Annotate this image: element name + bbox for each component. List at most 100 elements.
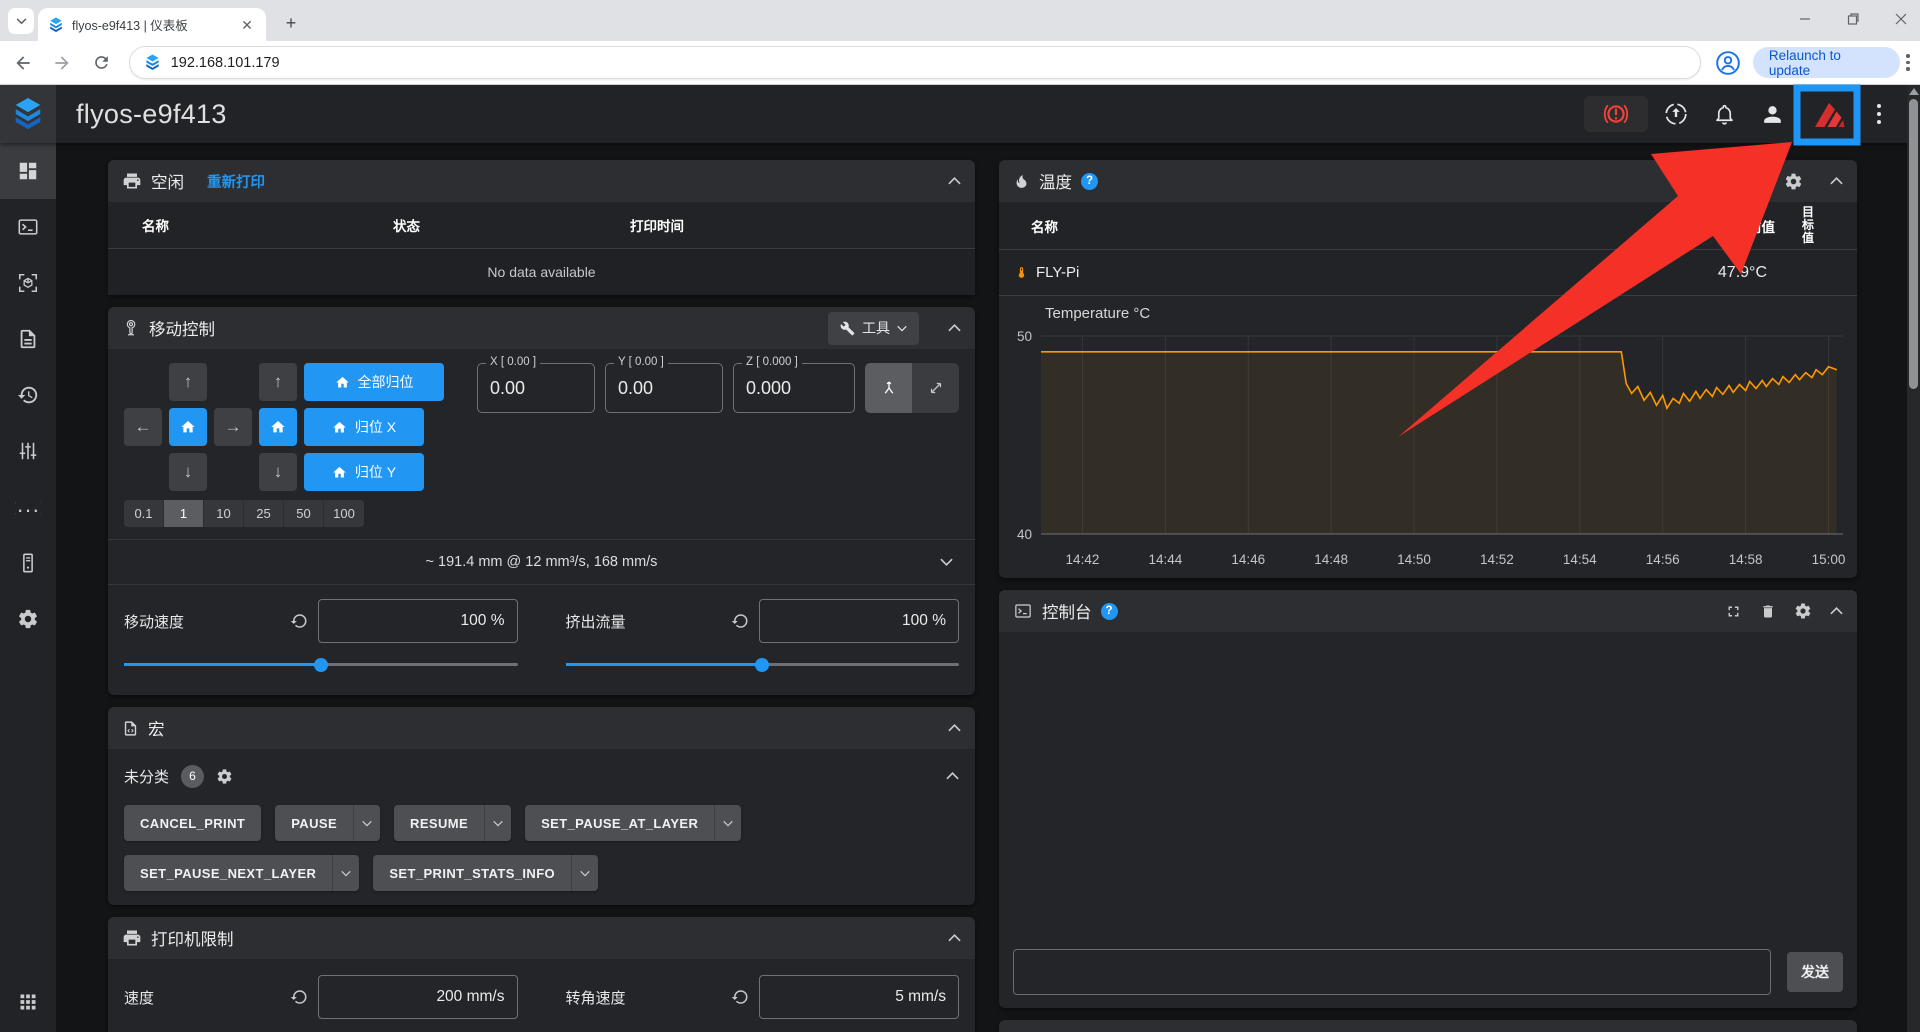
macro-settings-gear-icon[interactable] (216, 768, 233, 785)
fullscreen-icon[interactable] (1725, 603, 1742, 620)
url-bar[interactable]: 192.168.101.179 (129, 46, 1701, 79)
sidebar-item-files[interactable] (0, 311, 56, 367)
window-restore-button[interactable] (1840, 6, 1866, 32)
macro-dropdown-icon[interactable] (714, 805, 741, 841)
window-minimize-button[interactable] (1792, 6, 1818, 32)
flow-factor-slider[interactable] (566, 651, 960, 677)
user-icon[interactable] (1752, 94, 1792, 134)
reset-icon[interactable] (731, 988, 749, 1006)
new-tab-button[interactable]: + (278, 10, 304, 36)
speed-factor-slider[interactable] (124, 651, 518, 677)
sidebar-item-config[interactable]: {...} (0, 479, 56, 535)
send-button[interactable]: 发送 (1787, 952, 1843, 992)
app-menu-icon[interactable] (1866, 104, 1892, 124)
update-icon[interactable] (1656, 94, 1696, 134)
step-size-100[interactable]: 100 (324, 500, 364, 527)
home-y-button[interactable]: 归位 Y (304, 453, 424, 491)
macro-button-cancel_print[interactable]: CANCEL_PRINT (124, 805, 261, 841)
macro-button-pause[interactable]: PAUSE (275, 805, 380, 841)
velocity-input[interactable]: 200 mm/s (318, 975, 518, 1019)
macro-dropdown-icon[interactable] (332, 855, 359, 891)
step-size-0.1[interactable]: 0.1 (124, 500, 164, 527)
jog-z-plus-button[interactable]: ↑ (259, 363, 297, 401)
z-position-field[interactable]: Z [ 0.000 ] 0.000 (733, 363, 855, 413)
browser-tab[interactable]: flyos-e9f413 | 仪表板 ✕ (38, 8, 266, 41)
back-icon[interactable] (6, 46, 40, 80)
profile-icon[interactable] (1715, 50, 1741, 76)
app-logo[interactable] (0, 85, 56, 143)
collapse-icon[interactable] (1830, 177, 1843, 185)
sidebar-item-history[interactable] (0, 367, 56, 423)
console-settings-gear-icon[interactable] (1794, 602, 1812, 620)
sidebar-item-tune[interactable] (0, 423, 56, 479)
sidebar-item-console[interactable] (0, 199, 56, 255)
reset-icon[interactable] (731, 612, 749, 630)
jog-y-minus-button[interactable]: ↓ (169, 453, 207, 491)
tools-dropdown-button[interactable]: 工具 (828, 312, 919, 345)
step-size-50[interactable]: 50 (284, 500, 324, 527)
reset-icon[interactable] (290, 612, 308, 630)
svg-text:{...}: {...} (15, 501, 41, 516)
temperature-settings-gear-icon[interactable] (1784, 172, 1803, 191)
brand-logo-icon[interactable] (1800, 88, 1858, 140)
notifications-bell-icon[interactable] (1704, 94, 1744, 134)
home-x-button[interactable]: 归位 X (304, 408, 424, 446)
collapse-icon[interactable] (948, 934, 961, 942)
collapse-icon[interactable] (946, 772, 959, 780)
relaunch-button[interactable]: Relaunch to update (1753, 47, 1901, 78)
jog-z-minus-button[interactable]: ↓ (259, 453, 297, 491)
speed-factor-input[interactable]: 100 % (318, 599, 518, 643)
heaters-toggle-button[interactable] (1717, 166, 1757, 197)
scrollbar-up-icon[interactable] (1909, 88, 1919, 95)
help-icon[interactable]: ? (1081, 173, 1098, 190)
sidebar-item-settings[interactable] (0, 591, 56, 647)
x-position-field[interactable]: X [ 0.00 ] 0.00 (477, 363, 595, 413)
step-size-1[interactable]: 1 (164, 500, 204, 527)
emergency-stop-button[interactable] (1584, 96, 1648, 132)
sidebar-item-gcode-preview[interactable] (0, 255, 56, 311)
tab-close-icon[interactable]: ✕ (238, 16, 256, 34)
reprint-button[interactable]: 重新打印 (207, 171, 265, 192)
page-scrollbar[interactable] (1907, 85, 1920, 1032)
macro-dropdown-icon[interactable] (484, 805, 511, 841)
sidebar-item-machine[interactable] (0, 535, 56, 591)
step-size-10[interactable]: 10 (204, 500, 244, 527)
jog-y-plus-button[interactable]: ↑ (169, 363, 207, 401)
home-all-button[interactable]: 全部归位 (304, 363, 444, 401)
step-size-25[interactable]: 25 (244, 500, 284, 527)
jog-x-minus-button[interactable]: ← (124, 408, 162, 446)
scrollbar-thumb[interactable] (1909, 99, 1918, 389)
forward-icon[interactable] (46, 46, 80, 80)
temperature-sensor-row[interactable]: FLY-Pi 47.9°C (999, 250, 1857, 296)
reload-icon[interactable] (85, 46, 119, 80)
jog-x-plus-button[interactable]: → (214, 408, 252, 446)
sidebar-item-dashboard[interactable] (0, 143, 56, 199)
macro-button-set_pause_at_layer[interactable]: SET_PAUSE_AT_LAYER (525, 805, 741, 841)
macro-dropdown-icon[interactable] (571, 855, 598, 891)
browser-menu-icon[interactable] (1906, 54, 1910, 71)
absolute-position-toggle[interactable] (865, 363, 912, 413)
macro-button-set_pause_next_layer[interactable]: SET_PAUSE_NEXT_LAYER (124, 855, 359, 891)
collapse-icon[interactable] (948, 177, 961, 185)
tab-search-button[interactable] (8, 8, 34, 34)
home-xy-button[interactable] (169, 408, 207, 446)
macro-dropdown-icon[interactable] (353, 805, 380, 841)
window-close-button[interactable] (1888, 6, 1914, 32)
home-z-button[interactable] (259, 408, 297, 446)
expand-icon[interactable] (940, 558, 953, 566)
collapse-icon[interactable] (948, 724, 961, 732)
sidebar-apps-grid-icon[interactable] (0, 978, 56, 1026)
y-position-field[interactable]: Y [ 0.00 ] 0.00 (605, 363, 723, 413)
feedrate-summary[interactable]: ~ 191.4 mm @ 12 mm³/s, 168 mm/s (426, 554, 658, 570)
trash-icon[interactable] (1760, 603, 1776, 620)
collapse-icon[interactable] (948, 324, 961, 332)
relative-position-toggle[interactable] (912, 363, 959, 413)
macro-button-resume[interactable]: RESUME (394, 805, 511, 841)
help-icon[interactable]: ? (1101, 603, 1118, 620)
collapse-icon[interactable] (1830, 607, 1843, 615)
reset-icon[interactable] (290, 988, 308, 1006)
flow-factor-input[interactable]: 100 % (759, 599, 959, 643)
corner-velocity-input[interactable]: 5 mm/s (759, 975, 959, 1019)
macro-button-set_print_stats_info[interactable]: SET_PRINT_STATS_INFO (373, 855, 598, 891)
console-input[interactable] (1013, 949, 1771, 995)
